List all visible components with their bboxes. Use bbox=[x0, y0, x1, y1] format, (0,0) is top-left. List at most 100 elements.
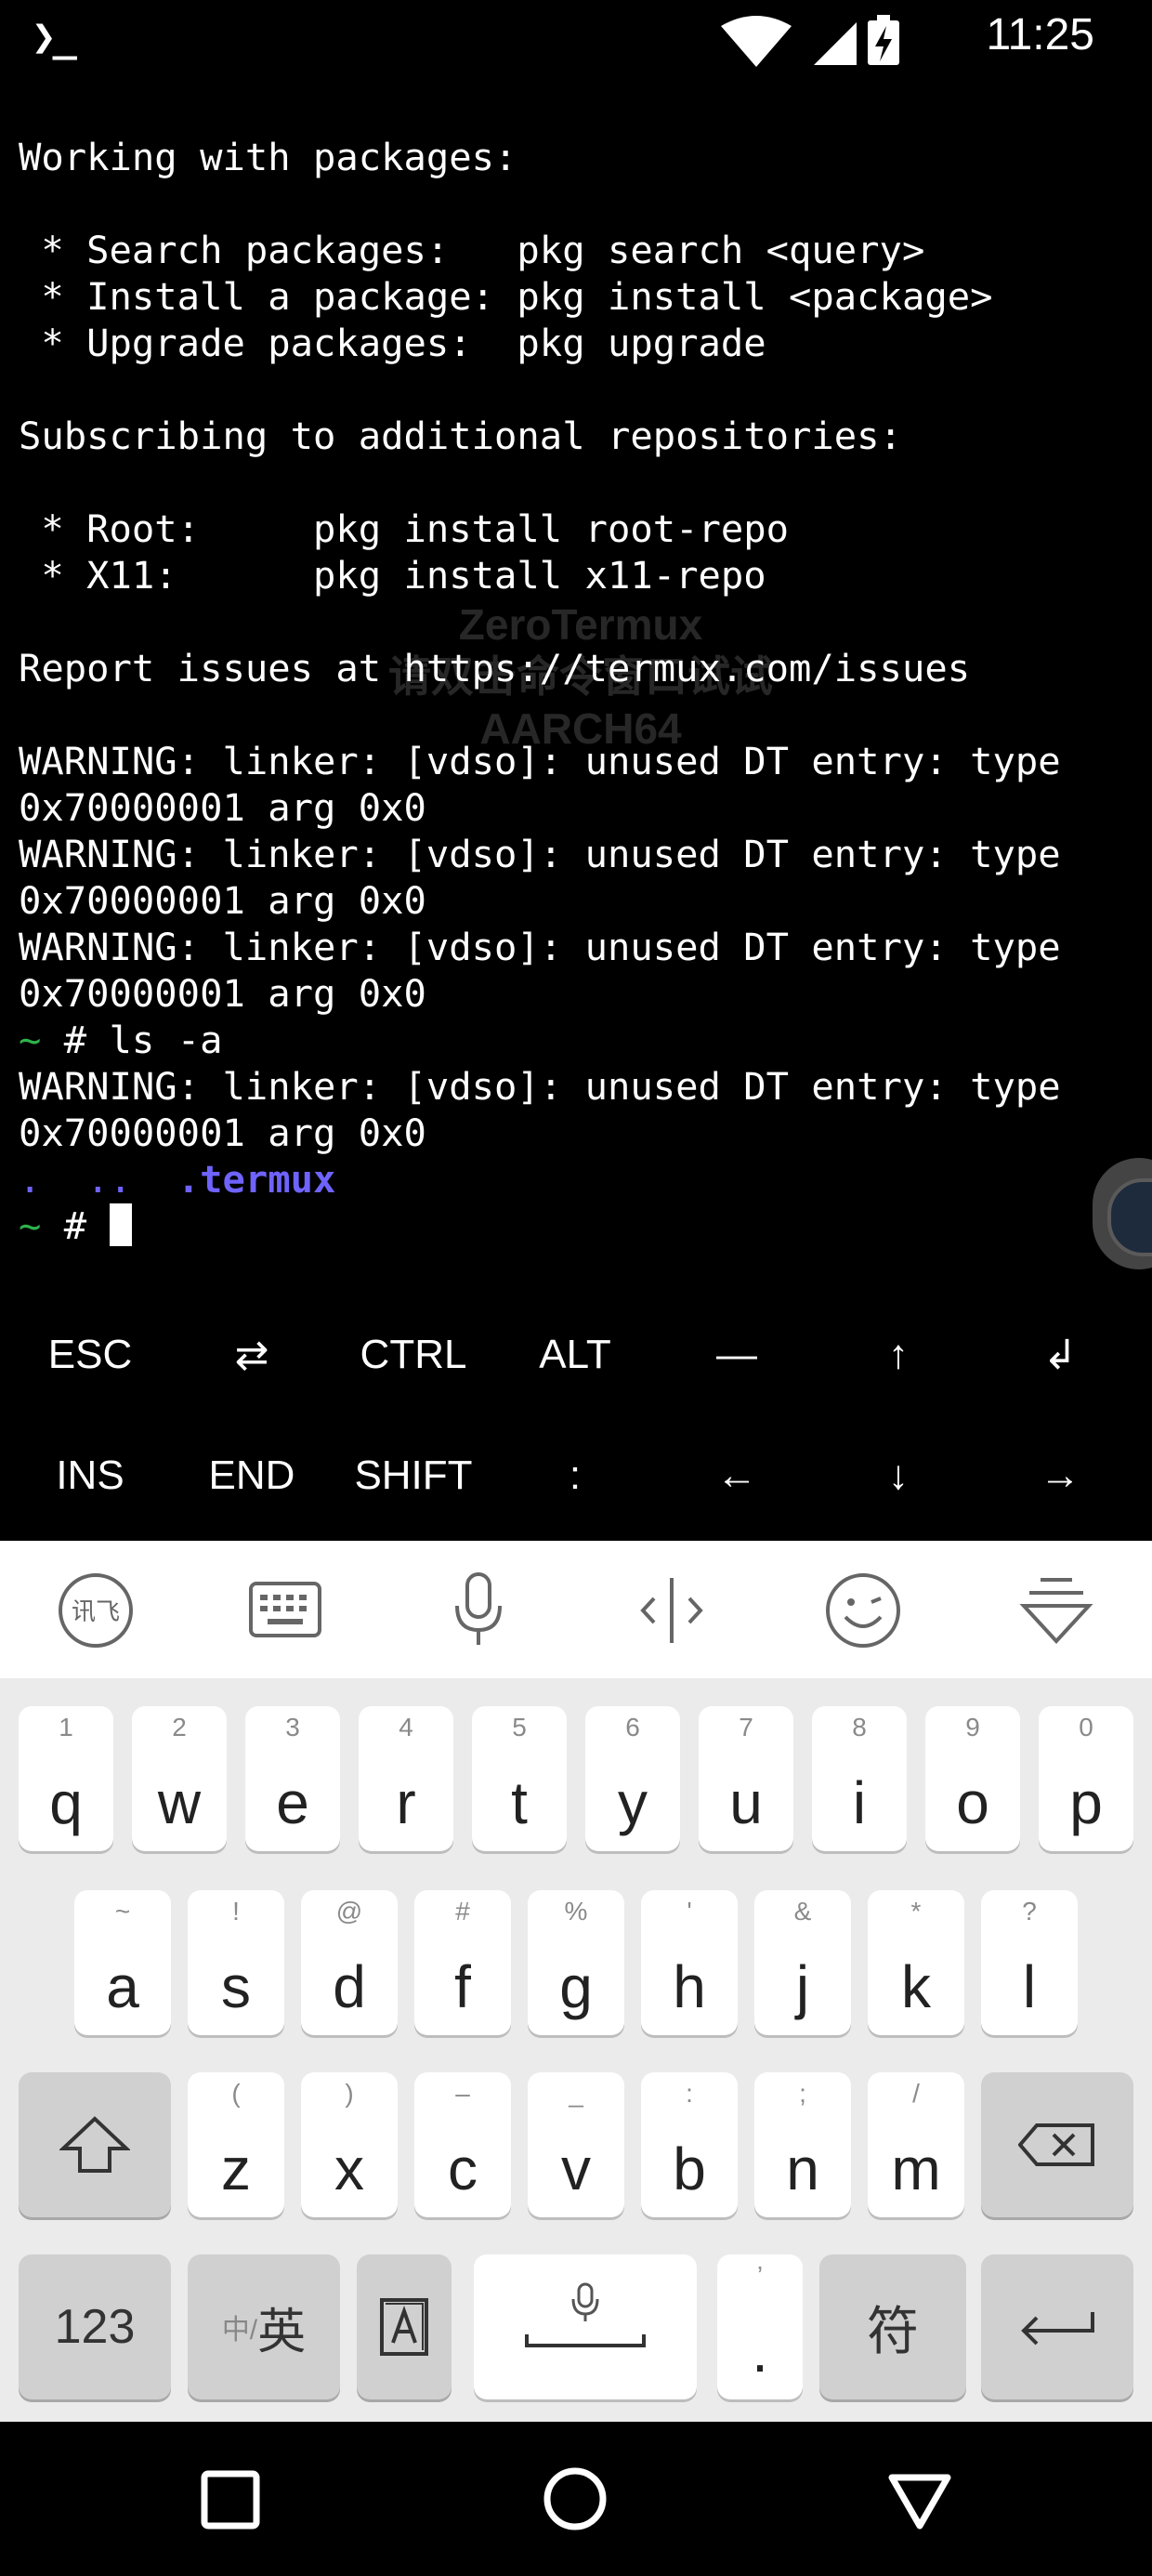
key-j[interactable]: & j bbox=[754, 1890, 851, 2035]
key-secondary-label: : bbox=[686, 2079, 693, 2108]
emoji-icon[interactable] bbox=[821, 1569, 905, 1652]
key-l[interactable]: ? l bbox=[981, 1890, 1078, 2035]
key-a[interactable]: ~ a bbox=[74, 1890, 171, 2035]
key-secondary-label: 0 bbox=[1079, 1713, 1093, 1741]
period-key-label: . bbox=[752, 2318, 768, 2385]
dash-key[interactable]: — bbox=[656, 1308, 818, 1401]
svg-text:讯飞: 讯飞 bbox=[72, 1598, 120, 1626]
key-k[interactable]: * k bbox=[868, 1890, 964, 2035]
key-secondary-label: % bbox=[564, 1897, 588, 1925]
key-i[interactable]: 8i bbox=[812, 1706, 907, 1851]
key-t[interactable]: 5t bbox=[472, 1706, 567, 1851]
key-secondary-label: 7 bbox=[739, 1713, 753, 1741]
extra-keys-row-2: INS END SHIFT: ← ↓ → bbox=[0, 1429, 1152, 1522]
key-u[interactable]: 7u bbox=[699, 1706, 793, 1851]
shift-extra-key[interactable]: SHIFT bbox=[333, 1429, 494, 1522]
key-secondary-label: ) bbox=[345, 2079, 354, 2108]
key-y[interactable]: 6y bbox=[585, 1706, 680, 1851]
key-label: i bbox=[852, 1769, 867, 1836]
key-secondary-label: ! bbox=[232, 1897, 240, 1925]
down-arrow-key[interactable]: ↓ bbox=[818, 1429, 979, 1522]
key-r[interactable]: 4r bbox=[359, 1706, 453, 1851]
key-m[interactable]: / m bbox=[868, 2072, 964, 2217]
terminal-line: * Upgrade packages: pkg upgrade bbox=[19, 321, 766, 365]
navigation-bar bbox=[0, 2422, 1152, 2576]
key-g[interactable]: % g bbox=[528, 1890, 624, 2035]
key-secondary-label: / bbox=[912, 2079, 920, 2108]
key-secondary-label: 2 bbox=[172, 1713, 187, 1741]
terminal-line: ~ # ls -a bbox=[19, 1017, 1061, 1063]
key-q[interactable]: 1q bbox=[19, 1706, 113, 1851]
period-key[interactable]: ’ . bbox=[717, 2254, 803, 2399]
key-d[interactable]: @ d bbox=[301, 1890, 398, 2035]
key-label: a bbox=[106, 1953, 139, 2020]
key-b[interactable]: :b bbox=[641, 2072, 738, 2217]
prompt-tilde: ~ bbox=[19, 1203, 42, 1248]
floating-action-button[interactable] bbox=[1093, 1158, 1152, 1269]
key-secondary-label: @ bbox=[335, 1897, 363, 1925]
key-f[interactable]: # f bbox=[414, 1890, 511, 2035]
enter-key[interactable] bbox=[981, 2254, 1133, 2399]
alt-key[interactable]: ALT bbox=[494, 1308, 656, 1401]
key-w[interactable]: 2w bbox=[132, 1706, 227, 1851]
numbers-key[interactable]: 123 bbox=[19, 2254, 171, 2399]
key-secondary-label: * bbox=[910, 1897, 922, 1925]
key-s[interactable]: ! s bbox=[188, 1890, 284, 2035]
cursor-move-icon[interactable] bbox=[630, 1569, 713, 1652]
ctrl-key[interactable]: CTRL bbox=[333, 1308, 494, 1401]
key-p[interactable]: 0p bbox=[1039, 1706, 1133, 1851]
key-o[interactable]: 9o bbox=[925, 1706, 1020, 1851]
colon-key[interactable]: : bbox=[494, 1429, 656, 1522]
home-icon[interactable] bbox=[543, 2466, 608, 2531]
prompt-tilde: ~ bbox=[19, 1018, 42, 1062]
left-arrow-key[interactable]: ← bbox=[656, 1429, 818, 1522]
key-label: y bbox=[618, 1769, 648, 1836]
key-secondary-label: 3 bbox=[285, 1713, 300, 1741]
space-key[interactable] bbox=[474, 2254, 697, 2399]
key-e[interactable]: 3e bbox=[245, 1706, 340, 1851]
tab-key[interactable]: ⇄ bbox=[171, 1308, 333, 1401]
language-label-active: 英 bbox=[257, 2305, 307, 2359]
key-label: u bbox=[729, 1769, 763, 1836]
key-h[interactable]: ' h bbox=[641, 1890, 738, 2035]
backspace-key[interactable] bbox=[981, 2072, 1133, 2217]
key-v[interactable]: _ v bbox=[528, 2072, 624, 2217]
end-key[interactable]: END bbox=[171, 1429, 333, 1522]
recents-icon[interactable] bbox=[201, 2470, 260, 2530]
enter-icon bbox=[1021, 2312, 1094, 2346]
key-secondary-label: 9 bbox=[965, 1713, 980, 1741]
key-x[interactable]: ) x bbox=[301, 2072, 398, 2217]
key-c[interactable]: – c bbox=[414, 2072, 511, 2217]
clock: 11:25 bbox=[986, 10, 1094, 59]
key-label: m bbox=[891, 2136, 941, 2202]
clipboard-key[interactable] bbox=[357, 2254, 452, 2399]
terminal-line: WARNING: linker: [vdso]: unused DT entry… bbox=[19, 1064, 1061, 1109]
language-switch-key[interactable]: 中/英 bbox=[188, 2254, 340, 2399]
terminal-view[interactable]: ZeroTermux 请双击命令窗口试试 AARCH64 Working wit… bbox=[0, 78, 1152, 1277]
key-label: e bbox=[276, 1769, 309, 1836]
collapse-keyboard-icon[interactable] bbox=[1015, 1569, 1098, 1652]
key-label: f bbox=[454, 1953, 471, 2020]
key-secondary-label: 8 bbox=[852, 1713, 867, 1741]
battery-charging-icon bbox=[868, 15, 899, 65]
key-n[interactable]: ; n bbox=[754, 2072, 851, 2217]
space-voice-icon bbox=[525, 2282, 646, 2347]
esc-key[interactable]: ESC bbox=[9, 1308, 171, 1401]
enter-extra-key[interactable]: ↲ bbox=[979, 1308, 1141, 1401]
terminal-line: 0x70000001 arg 0x0 bbox=[19, 971, 426, 1016]
symbols-key[interactable]: 符 bbox=[819, 2254, 966, 2399]
up-arrow-key[interactable]: ↑ bbox=[818, 1308, 979, 1401]
terminal-line: Subscribing to additional repositories: bbox=[19, 414, 902, 458]
shift-key[interactable] bbox=[19, 2072, 171, 2217]
key-z[interactable]: (z bbox=[188, 2072, 284, 2217]
directory-entry: . bbox=[19, 1157, 42, 1202]
back-icon[interactable] bbox=[886, 2472, 953, 2531]
ins-key[interactable]: INS bbox=[9, 1429, 171, 1522]
text-cursor[interactable] bbox=[109, 1203, 132, 1246]
backspace-icon bbox=[1018, 2123, 1094, 2166]
microphone-icon[interactable] bbox=[437, 1569, 520, 1652]
right-arrow-key[interactable]: → bbox=[979, 1429, 1141, 1522]
keyboard-icon[interactable] bbox=[243, 1569, 327, 1652]
ime-logo-icon[interactable]: 讯飞 bbox=[54, 1569, 137, 1652]
